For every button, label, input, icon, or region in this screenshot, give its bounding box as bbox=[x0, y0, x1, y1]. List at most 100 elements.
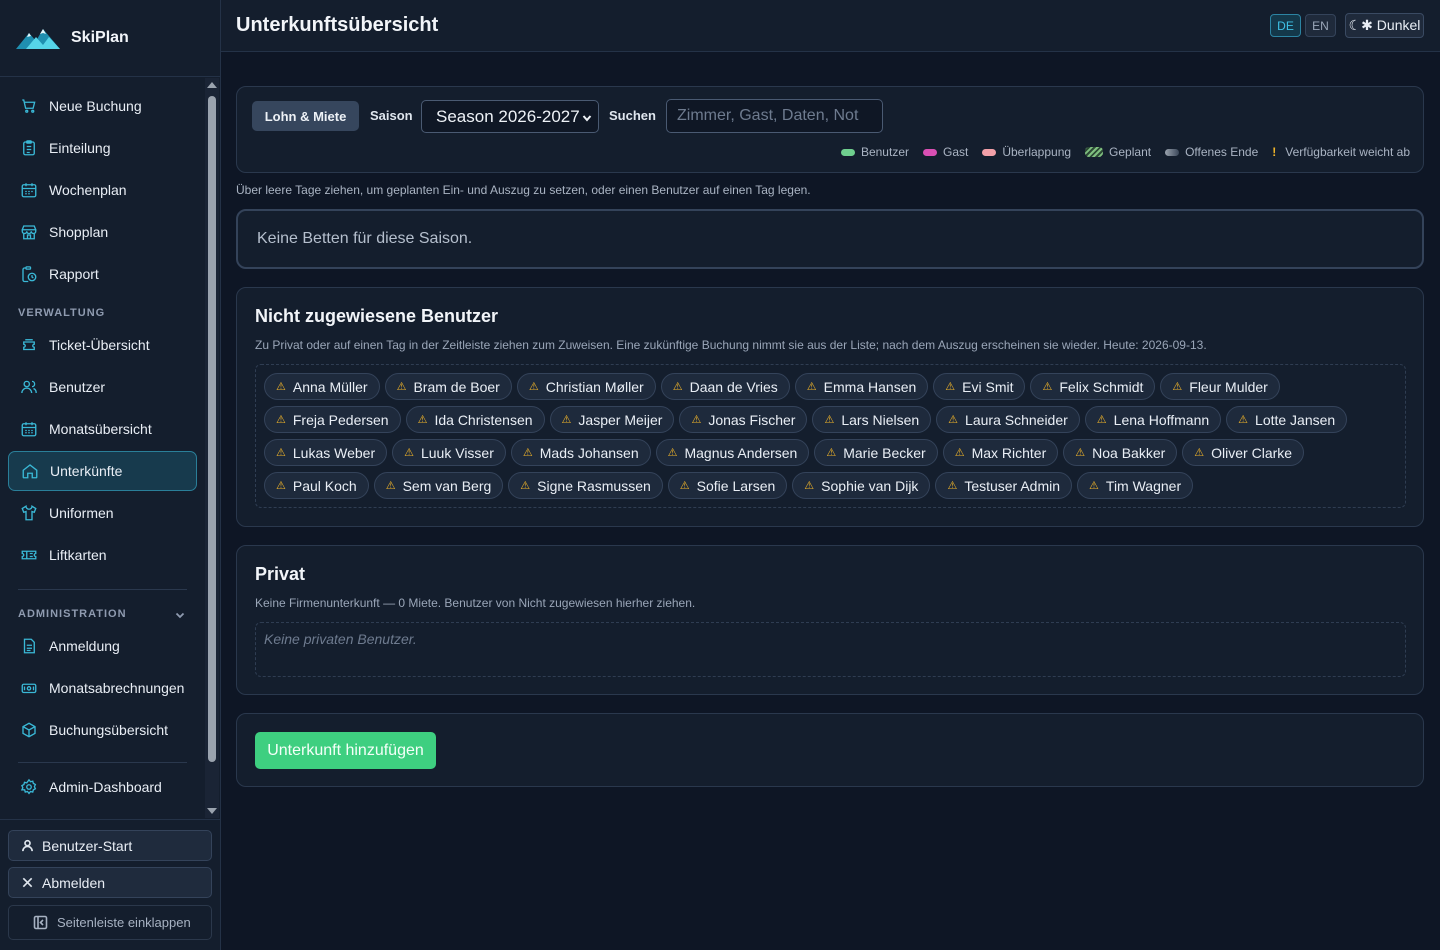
user-chip-name: Luuk Visser bbox=[420, 444, 494, 461]
season-value: Season 2026-2027 bbox=[436, 106, 580, 126]
season-select[interactable]: Season 2026-2027 bbox=[421, 100, 599, 133]
user-chip[interactable]: ⚠ Luuk Visser bbox=[392, 439, 506, 466]
search-input[interactable] bbox=[666, 99, 883, 133]
user-chip[interactable]: ⚠ Lukas Weber bbox=[264, 439, 388, 466]
unassigned-dropzone[interactable]: ⚠ Anna Müller ⚠ Bram de Boer ⚠ Christian Møll… bbox=[255, 364, 1406, 508]
private-dropzone[interactable]: Keine privaten Benutzer. bbox=[255, 622, 1406, 677]
add-accommodation-panel: Unterkunft hinzufügen bbox=[236, 713, 1424, 787]
user-chip-name: Freja Pedersen bbox=[292, 411, 389, 428]
user-chip[interactable]: ⚠ Marie Becker bbox=[814, 439, 938, 466]
sidebar-item-monatsuebersicht[interactable]: Monatsübersicht bbox=[8, 409, 197, 449]
private-title: Privat bbox=[255, 564, 306, 584]
scroll-up-arrow-icon[interactable] bbox=[207, 82, 217, 88]
user-chip[interactable]: ⚠ Christian Møller bbox=[516, 373, 656, 400]
sidebar-item-label: Buchungsübersicht bbox=[49, 722, 169, 738]
search-label: Suchen bbox=[609, 108, 656, 123]
user-chip-name: Daan de Vries bbox=[689, 378, 778, 395]
sidebar-item-rapport[interactable]: Rapport bbox=[8, 254, 197, 294]
scroll-down-arrow-icon[interactable] bbox=[207, 808, 217, 814]
user-chip[interactable]: ⚠ Lars Nielsen bbox=[812, 406, 932, 433]
filter-toolbar: Lohn & Miete Saison Season 2026-2027 Suc… bbox=[236, 86, 1424, 173]
user-chip[interactable]: ⚠ Tim Wagner bbox=[1077, 472, 1194, 499]
app-name: SkiPlan bbox=[71, 29, 129, 46]
warning-icon: ⚠ bbox=[1172, 381, 1183, 393]
user-chip[interactable]: ⚠ Lena Hoffmann bbox=[1084, 406, 1222, 433]
pay-rent-button[interactable]: Lohn & Miete bbox=[252, 101, 359, 131]
user-chip-name: Fleur Mulder bbox=[1189, 378, 1268, 395]
sidebar-item-label: Anmeldung bbox=[49, 638, 120, 654]
warning-icon: ⚠ bbox=[1096, 414, 1107, 426]
private-panel: Privat Keine Firmenunterkunft — 0 Miete.… bbox=[236, 545, 1424, 695]
user-chip[interactable]: ⚠ Paul Koch bbox=[264, 472, 369, 499]
sidebar-item-wochenplan[interactable]: Wochenplan bbox=[8, 170, 197, 210]
user-chip[interactable]: ⚠ Magnus Andersen bbox=[655, 439, 810, 466]
user-chip[interactable]: ⚠ Ida Christensen bbox=[405, 406, 545, 433]
user-chip-name: Max Richter bbox=[971, 444, 1047, 461]
sidebar-item-label: Ticket-Übersicht bbox=[49, 337, 150, 353]
private-description: Keine Firmenunterkunft — 0 Miete. Benutz… bbox=[255, 596, 696, 610]
legend-label: Verfügbarkeit weicht ab bbox=[1285, 145, 1410, 159]
sidebar-item-uniformen[interactable]: Uniformen bbox=[8, 493, 197, 533]
chevron-down-icon bbox=[582, 115, 592, 122]
sidebar-item-monatsabrechnungen[interactable]: Monatsabrechnungen bbox=[8, 668, 197, 708]
sidebar-item-unterkuenfte[interactable]: Unterkünfte bbox=[8, 451, 197, 491]
legend-swatch bbox=[1085, 147, 1104, 157]
calendar-grid-icon bbox=[21, 422, 37, 437]
warning-icon: ⚠ bbox=[522, 447, 533, 459]
sidebar-item-admin-dashboard[interactable]: Admin-Dashboard bbox=[8, 767, 197, 807]
top-header: Unterkunftsübersicht DE EN ☾✱ Dunkel bbox=[221, 0, 1440, 52]
store-icon bbox=[21, 225, 37, 240]
sidebar-divider bbox=[18, 589, 187, 590]
sidebar-item-label: Uniformen bbox=[49, 505, 114, 521]
user-chip[interactable]: ⚠ Fleur Mulder bbox=[1160, 373, 1280, 400]
user-chip-name: Paul Koch bbox=[292, 477, 357, 494]
user-chip-name: Emma Hansen bbox=[823, 378, 917, 395]
add-accommodation-button[interactable]: Unterkunft hinzufügen bbox=[255, 732, 436, 769]
warning-icon: ⚠ bbox=[948, 414, 959, 426]
season-label: Saison bbox=[370, 108, 413, 123]
logout-button[interactable]: Abmelden bbox=[8, 867, 212, 898]
warning-icon: ⚠ bbox=[806, 381, 817, 393]
sidebar-item-buchungsuebersicht[interactable]: Buchungsübersicht bbox=[8, 710, 197, 750]
language-en-button[interactable]: EN bbox=[1305, 14, 1336, 37]
user-chip[interactable]: ⚠ Jasper Meijer bbox=[549, 406, 675, 433]
user-chip[interactable]: ⚠ Felix Schmidt bbox=[1030, 373, 1156, 400]
users-icon bbox=[21, 380, 37, 394]
sidebar-scrollbar-thumb[interactable] bbox=[208, 96, 216, 762]
user-chip[interactable]: ⚠ Daan de Vries bbox=[660, 373, 790, 400]
collapse-sidebar-button[interactable]: Seitenleiste einklappen bbox=[8, 905, 212, 940]
user-chip[interactable]: ⚠ Emma Hansen bbox=[794, 373, 929, 400]
sidebar-item-anmeldung[interactable]: Anmeldung bbox=[8, 626, 197, 666]
user-chip[interactable]: ⚠ Sophie van Dijk bbox=[792, 472, 931, 499]
sidebar-item-ticket-uebersicht[interactable]: Ticket-Übersicht bbox=[8, 325, 197, 365]
user-chip[interactable]: ⚠ Evi Smit bbox=[933, 373, 1026, 400]
user-chip[interactable]: ⚠ Noa Bakker bbox=[1063, 439, 1178, 466]
user-start-button[interactable]: Benutzer-Start bbox=[8, 830, 212, 861]
user-chip[interactable]: ⚠ Sofie Larsen bbox=[667, 472, 788, 499]
warning-icon: ⚠ bbox=[1042, 381, 1053, 393]
user-chip[interactable]: ⚠ Bram de Boer bbox=[384, 373, 512, 400]
warning-icon: ⚠ bbox=[276, 414, 286, 426]
chevron-down-icon[interactable] bbox=[174, 609, 186, 621]
user-chip[interactable]: ⚠ Oliver Clarke bbox=[1182, 439, 1305, 466]
theme-toggle-button[interactable]: ☾✱ Dunkel bbox=[1345, 13, 1424, 38]
user-chip[interactable]: ⚠ Freja Pedersen bbox=[264, 406, 401, 433]
sidebar-item-benutzer[interactable]: Benutzer bbox=[8, 367, 197, 407]
user-chip[interactable]: ⚠ Lotte Jansen bbox=[1226, 406, 1348, 433]
user-chip[interactable]: ⚠ Laura Schneider bbox=[936, 406, 1080, 433]
user-chip[interactable]: ⚠ Jonas Fischer bbox=[679, 406, 808, 433]
brand[interactable]: SkiPlan bbox=[0, 0, 220, 77]
user-chip[interactable]: ⚠ Sem van Berg bbox=[373, 472, 504, 499]
language-de-button[interactable]: DE bbox=[1270, 14, 1301, 37]
sidebar-item-neue-buchung[interactable]: Neue Buchung bbox=[8, 86, 197, 126]
user-chip[interactable]: ⚠ Anna Müller bbox=[264, 373, 380, 400]
sidebar-item-liftkarten[interactable]: Liftkarten bbox=[8, 535, 197, 575]
user-icon bbox=[22, 839, 33, 852]
user-chip[interactable]: ⚠ Testuser Admin bbox=[935, 472, 1073, 499]
user-chip[interactable]: ⚠ Mads Johansen bbox=[510, 439, 651, 466]
user-chip[interactable]: ⚠ Signe Rasmussen bbox=[508, 472, 663, 499]
user-chip[interactable]: ⚠ Max Richter bbox=[942, 439, 1059, 466]
sidebar-item-einteilung[interactable]: Einteilung bbox=[8, 128, 197, 168]
unassigned-description: Zu Privat oder auf einen Tag in der Zeit… bbox=[255, 338, 1207, 352]
sidebar-item-shopplan[interactable]: Shopplan bbox=[8, 212, 197, 252]
